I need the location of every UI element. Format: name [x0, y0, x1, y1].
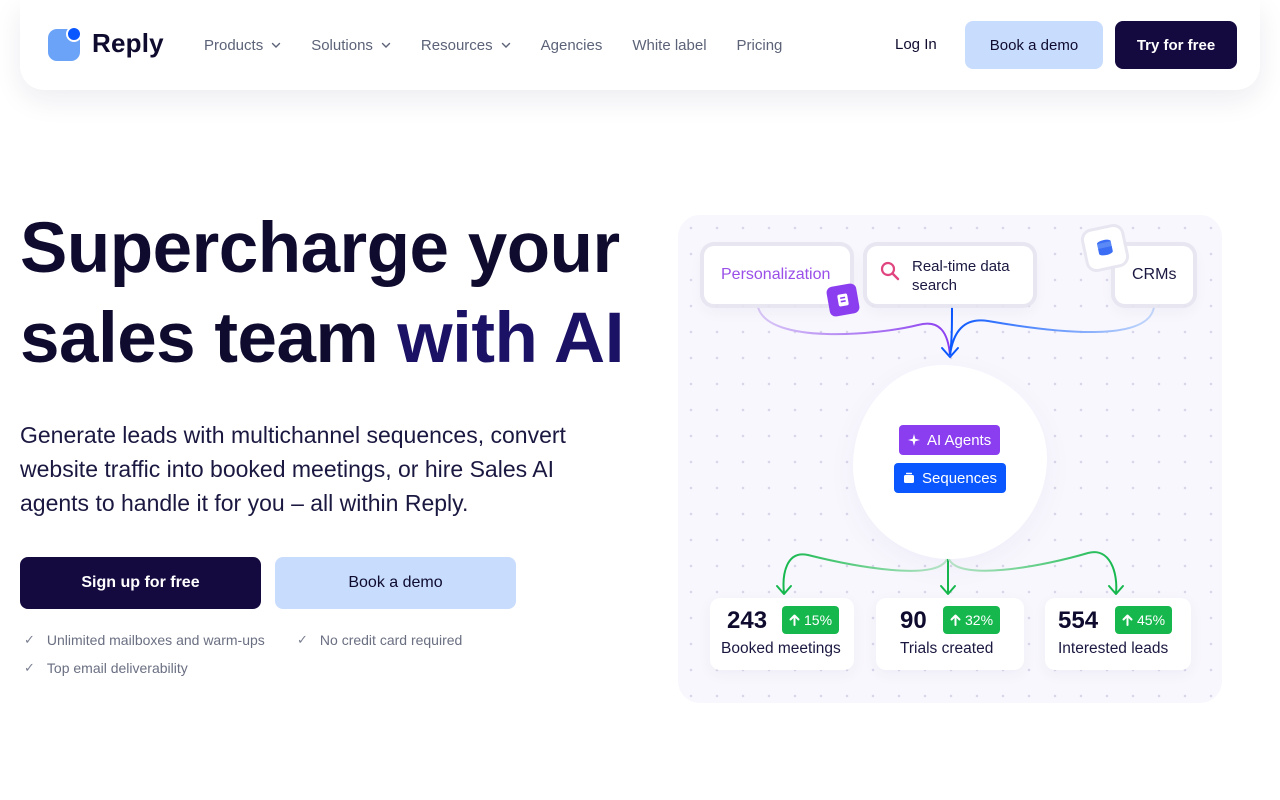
login-link[interactable]: Log In: [895, 36, 937, 53]
check-icon: ✓: [297, 632, 308, 647]
stat-value: 243: [727, 607, 768, 634]
nav-resources[interactable]: Resources: [421, 37, 511, 54]
sequences-label: Sequences: [922, 469, 998, 487]
sequences-pill: Sequences: [894, 463, 1007, 493]
chevron-down-icon: [272, 42, 281, 48]
crm-card: CRMs: [1115, 246, 1193, 304]
crm-label: CRMs: [1132, 266, 1177, 283]
reply-logo[interactable]: Reply: [48, 26, 164, 61]
personalization-label: Personalization: [721, 266, 831, 283]
feature-item: ✓ No credit card required: [297, 632, 462, 648]
chevron-down-icon: [501, 42, 510, 48]
feature-text: No credit card required: [319, 632, 463, 648]
nav-products-label: Products: [204, 36, 264, 54]
nav-agencies-label: Agencies: [540, 36, 603, 54]
chevron-down-icon: [381, 42, 391, 48]
personalization-badge-icon: [825, 282, 861, 318]
nav-white-label[interactable]: White label: [632, 37, 706, 54]
check-icon: ✓: [24, 660, 35, 675]
search-icon: [880, 261, 900, 281]
feature-text: Unlimited mailboxes and warm-ups: [46, 632, 265, 648]
nav-resources-label: Resources: [420, 36, 493, 54]
hero-title: Supercharge your sales team with AI: [20, 204, 640, 384]
arrow-up-icon: [789, 614, 800, 626]
signup-button[interactable]: Sign up for free: [20, 557, 261, 609]
nav-white-label-label: White label: [632, 36, 707, 54]
feature-text: Top email deliverability: [46, 660, 188, 676]
nav-agencies[interactable]: Agencies: [541, 37, 603, 54]
stat-booked-meetings: 243 15% Booked meetings: [710, 598, 854, 670]
stat-label: Booked meetings: [721, 640, 841, 657]
nav-products[interactable]: Products: [204, 37, 281, 54]
feature-item: ✓ Top email deliverability: [24, 660, 188, 676]
ai-agents-pill: AI Agents: [899, 425, 1001, 455]
sparkle-icon: [908, 434, 920, 446]
ai-hub: [853, 365, 1047, 559]
hero-book-demo-button[interactable]: Book a demo: [275, 557, 516, 609]
stat-label: Interested leads: [1058, 640, 1169, 657]
data-search-card: Real-time data search: [867, 246, 1033, 304]
main-nav: Products Solutions Resources Agencies Wh…: [204, 0, 812, 90]
database-icon: [1082, 225, 1128, 271]
stack-icon: [904, 472, 914, 483]
ai-agents-label: AI Agents: [927, 431, 992, 449]
hero-title-accent: with AI: [397, 299, 624, 378]
stat-change-value: 15%: [804, 612, 833, 628]
workflow-illustration: Personalization Real-time data search CR…: [678, 215, 1222, 703]
stat-change-value: 32%: [965, 612, 994, 628]
stat-change-badge: 32%: [943, 606, 1001, 634]
stat-value: 90: [900, 607, 927, 634]
arrow-up-icon: [950, 614, 961, 626]
book-demo-button[interactable]: Book a demo: [965, 21, 1103, 69]
arrow-up-icon: [1122, 614, 1133, 626]
stat-value: 554: [1058, 607, 1099, 634]
stat-trials-created: 90 32% Trials created: [876, 598, 1024, 670]
nav-pricing-label: Pricing: [736, 36, 783, 54]
hero-subtitle: Generate leads with multichannel sequenc…: [20, 422, 566, 516]
check-icon: ✓: [24, 632, 35, 647]
stat-change-badge: 15%: [782, 606, 840, 634]
nav-solutions[interactable]: Solutions: [311, 37, 391, 54]
nav-solutions-label: Solutions: [311, 36, 373, 54]
stat-change-badge: 45%: [1115, 606, 1173, 634]
reply-logo-icon: [48, 26, 82, 61]
hero-title-line1: Supercharge your: [20, 209, 620, 288]
hero-title-line2: sales team: [20, 299, 398, 378]
nav-pricing[interactable]: Pricing: [737, 37, 783, 54]
brand-name: Reply: [92, 27, 164, 58]
data-search-label: Real-time data search: [912, 258, 1010, 294]
stat-label: Trials created: [900, 640, 994, 657]
feature-item: ✓ Unlimited mailboxes and warm-ups: [24, 632, 265, 648]
stat-interested-leads: 554 45% Interested leads: [1045, 598, 1191, 670]
site-header: Reply Products Solutions Resources Agenc…: [20, 0, 1260, 90]
stat-change-value: 45%: [1137, 612, 1166, 628]
try-free-button[interactable]: Try for free: [1115, 21, 1237, 69]
